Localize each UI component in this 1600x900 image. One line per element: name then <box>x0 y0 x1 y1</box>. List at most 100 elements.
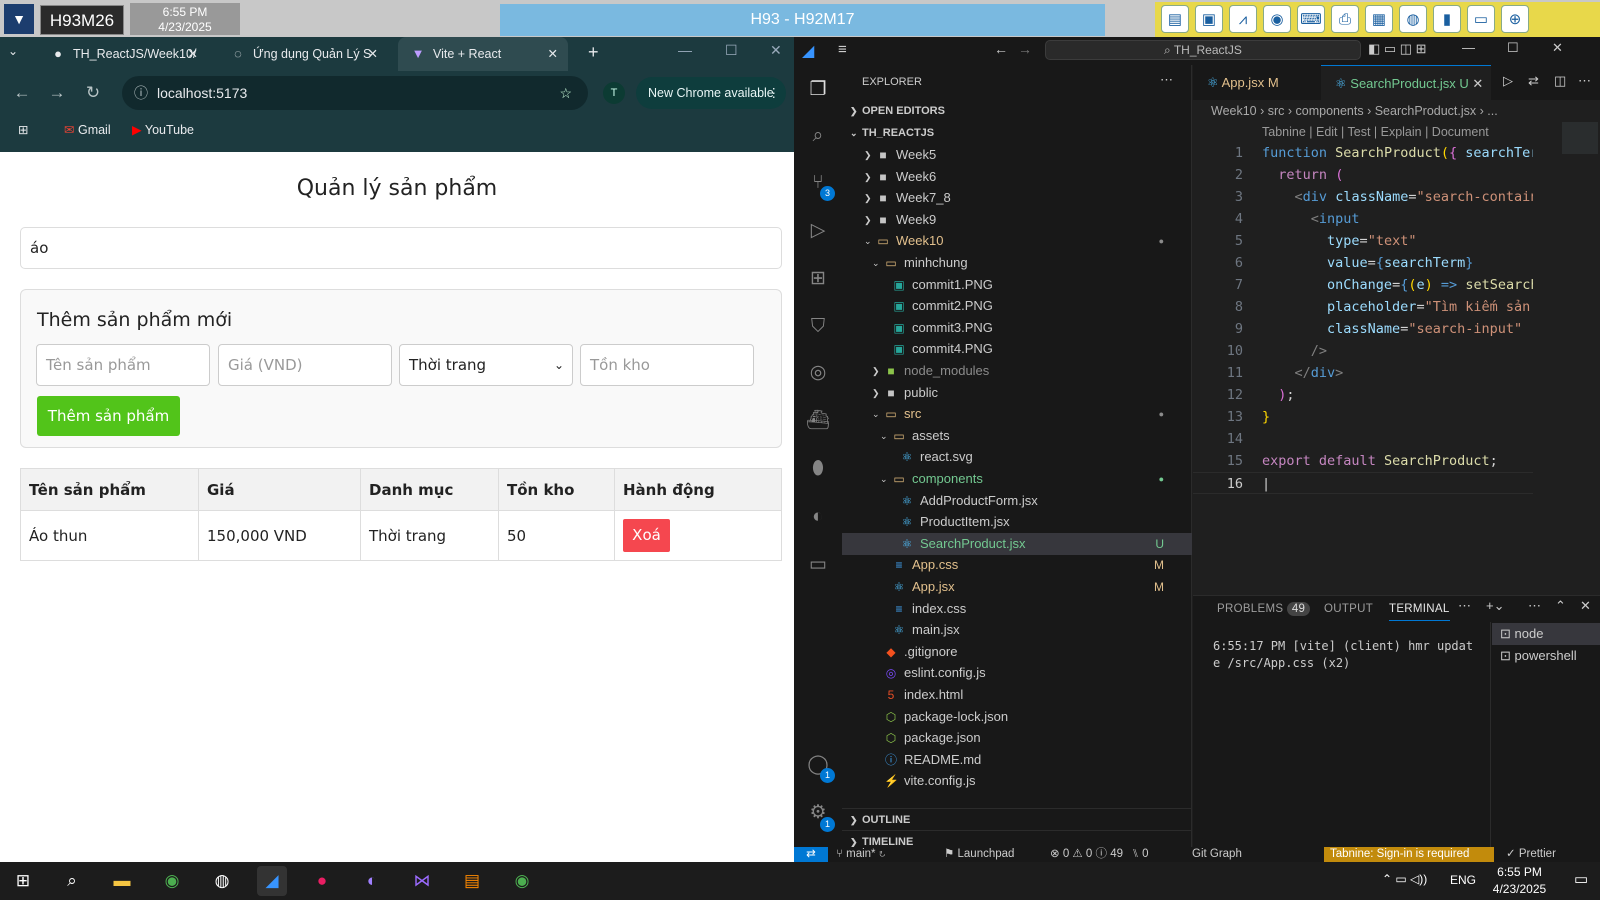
compare-icon[interactable]: ⇄ <box>1528 73 1539 89</box>
maximize-icon[interactable]: ☐ <box>725 42 738 59</box>
book-icon[interactable]: ▮ <box>1433 5 1461 33</box>
tab-app-jsx[interactable]: ⚛ App.jsx M <box>1193 65 1321 100</box>
new-terminal-icon[interactable]: +⌄ <box>1486 598 1504 614</box>
tray-icons[interactable]: ⌃ ▭ ◁)) <box>1382 872 1427 886</box>
tree-item[interactable]: 5 index.html <box>842 684 1192 706</box>
language-indicator[interactable]: ENG <box>1450 873 1476 887</box>
code-line[interactable]: 9 className="search-input" <box>1193 318 1533 340</box>
close-icon[interactable]: ✕ <box>188 37 198 71</box>
tree-item[interactable]: ⚛ react.svg <box>842 446 1192 468</box>
category-select[interactable]: Thời trang ⌄ <box>399 344 573 386</box>
windows-start-icon[interactable]: ⊞ <box>8 866 38 896</box>
delete-button[interactable]: Xoá <box>623 519 670 552</box>
stock-field[interactable]: Tồn kho <box>580 344 754 386</box>
terminal-node[interactable]: ⊡ node <box>1492 623 1600 645</box>
tree-item[interactable]: ❯ ■ Week9 <box>842 209 1192 231</box>
tab-terminal[interactable]: TERMINAL <box>1389 603 1450 621</box>
tree-item[interactable]: ❯ ■ public <box>842 382 1192 404</box>
tab-github[interactable]: ● TH_ReactJS/Week10/✕ <box>38 37 208 71</box>
back-icon[interactable]: ← <box>9 80 35 106</box>
file-explorer-icon[interactable]: ▬ <box>107 866 137 896</box>
tree-item[interactable]: ◎ eslint.config.js <box>842 662 1192 684</box>
tab-problems[interactable]: PROBLEMS 49 <box>1217 602 1311 616</box>
vscode-taskbar-icon[interactable]: ◢ <box>257 866 287 896</box>
briefcase-icon[interactable]: ▣ <box>1195 5 1223 33</box>
remote-menu-icon[interactable]: ▼ <box>4 4 34 34</box>
tree-item[interactable]: ⚛ main.jsx <box>842 619 1192 641</box>
chat-icon[interactable]: ▭ <box>1467 5 1495 33</box>
tab-app[interactable]: ◌ Ứng dụng Quản Lý S ✕ <box>218 37 388 71</box>
lifebuoy-icon[interactable]: ⊕ <box>1501 5 1529 33</box>
code-line[interactable]: 2 return ( <box>1193 164 1533 186</box>
search-icon[interactable]: ⌕ <box>57 866 87 896</box>
tree-item[interactable]: ⚡ vite.config.js <box>842 770 1192 792</box>
minimap[interactable] <box>1562 122 1598 154</box>
tree-item[interactable]: ⬡ package.json <box>842 727 1192 749</box>
mongodb-icon[interactable]: ⬮ <box>805 456 831 482</box>
tab-searchproduct-jsx[interactable]: ⚛ SearchProduct.jsx U ✕ <box>1321 65 1491 100</box>
tree-item[interactable]: ⚛ ProductItem.jsx <box>842 511 1192 533</box>
eclipse-icon[interactable]: ◐ <box>357 866 387 896</box>
tree-item[interactable]: ≡ index.css <box>842 598 1192 620</box>
gitlens-icon[interactable]: ◐ <box>805 504 831 530</box>
remote-indicator-icon[interactable]: ⇄ <box>794 847 828 862</box>
prettier-status[interactable]: ✓ Prettier <box>1506 847 1556 862</box>
chrome-menu-icon[interactable]: ⋮ <box>768 77 781 109</box>
app-icon[interactable]: ◍ <box>207 866 237 896</box>
tree-item[interactable]: ⌄ ▭ assets <box>842 425 1192 447</box>
terminal-powershell[interactable]: ⊡ powershell <box>1492 645 1600 667</box>
launchpad-status[interactable]: ⚑ Launchpad <box>944 847 1014 862</box>
close-icon[interactable]: ✕ <box>1472 76 1483 91</box>
tree-item[interactable]: ⌄ ▭ components ● <box>842 468 1192 490</box>
tree-item[interactable]: ❯ ■ Week5 <box>842 144 1192 166</box>
run-icon[interactable]: ▷ <box>1503 73 1513 89</box>
tabnine-status[interactable]: Tabnine: Sign-in is required <box>1324 847 1494 862</box>
tree-item[interactable]: ❯ ■ Week7_8 <box>842 187 1192 209</box>
bookmark-youtube[interactable]: ▶ YouTube <box>132 122 194 137</box>
tree-item[interactable]: ▣ commit3.PNG <box>842 317 1192 339</box>
more-actions-icon[interactable]: ⋯ <box>1578 73 1591 89</box>
tree-item[interactable]: ⚛ SearchProduct.jsx U <box>842 532 1192 555</box>
keyboard-icon[interactable]: ⌨ <box>1297 5 1325 33</box>
chrome-icon[interactable]: ◉ <box>157 866 187 896</box>
code-line[interactable]: 12 ); <box>1193 384 1533 406</box>
reload-icon[interactable]: ↻ <box>80 80 106 106</box>
tree-item[interactable]: ▣ commit1.PNG <box>842 274 1192 296</box>
code-line[interactable]: 4 <input <box>1193 208 1533 230</box>
panel-more-icon[interactable]: ⋯ <box>1528 598 1541 614</box>
chart-icon[interactable]: ⩘ <box>1229 5 1257 33</box>
layout-icon[interactable]: ◧ ▭ ◫ ⊞ <box>1368 41 1427 57</box>
bookmark-star-icon[interactable]: ☆ <box>559 76 572 110</box>
code-line[interactable]: 1function SearchProduct({ searchTerm, se… <box>1193 142 1533 164</box>
command-center[interactable]: ⌕ TH_ReactJS <box>1045 40 1361 60</box>
run-debug-icon[interactable]: ▷ <box>805 218 831 244</box>
disc-icon[interactable]: ◉ <box>1263 5 1291 33</box>
code-line[interactable]: 11 </div> <box>1193 362 1533 384</box>
new-tab-icon[interactable]: + <box>588 42 599 63</box>
search-input[interactable]: áo <box>20 227 782 269</box>
code-line[interactable]: 14 <box>1193 428 1533 450</box>
code-line[interactable]: 3 <div className="search-container"> <box>1193 186 1533 208</box>
more-actions-icon[interactable]: ⋯ <box>1160 72 1173 88</box>
split-editor-icon[interactable]: ◫ <box>1554 73 1566 89</box>
close-icon[interactable]: ✕ <box>548 37 558 71</box>
code-line[interactable]: 7 onChange={(e) => setSearchTerm(e.targe… <box>1193 274 1533 296</box>
tab-output[interactable]: OUTPUT <box>1324 603 1373 615</box>
tree-item[interactable]: ▣ commit4.PNG <box>842 338 1192 360</box>
bookmarks-icon[interactable]: ⛉ <box>805 314 831 340</box>
explorer-icon[interactable]: ❐ <box>805 77 831 103</box>
close-icon[interactable]: ✕ <box>368 37 378 71</box>
code-line[interactable]: 5 type="text" <box>1193 230 1533 252</box>
notification-icon[interactable]: ▭ <box>1574 870 1588 888</box>
chrome-profile-icon[interactable]: ◉ <box>507 866 537 896</box>
add-product-button[interactable]: Thêm sản phẩm <box>37 396 180 436</box>
new-chrome-button[interactable]: New Chrome available ⋮ <box>636 77 786 109</box>
ports-status[interactable]: ⑊ 0 <box>1132 847 1149 862</box>
code-line[interactable]: 8 placeholder="Tìm kiếm sản phẩm..." <box>1193 296 1533 318</box>
code-line-current[interactable]: 16 | <box>1193 472 1533 494</box>
tab-vite[interactable]: ▼ Vite + React ✕ <box>398 37 568 71</box>
pdf-icon[interactable]: ▤ <box>457 866 487 896</box>
minimize-icon[interactable]: — <box>1462 40 1475 55</box>
table-icon[interactable]: ▦ <box>1365 5 1393 33</box>
apps-icon[interactable]: ⊞ <box>18 122 28 137</box>
